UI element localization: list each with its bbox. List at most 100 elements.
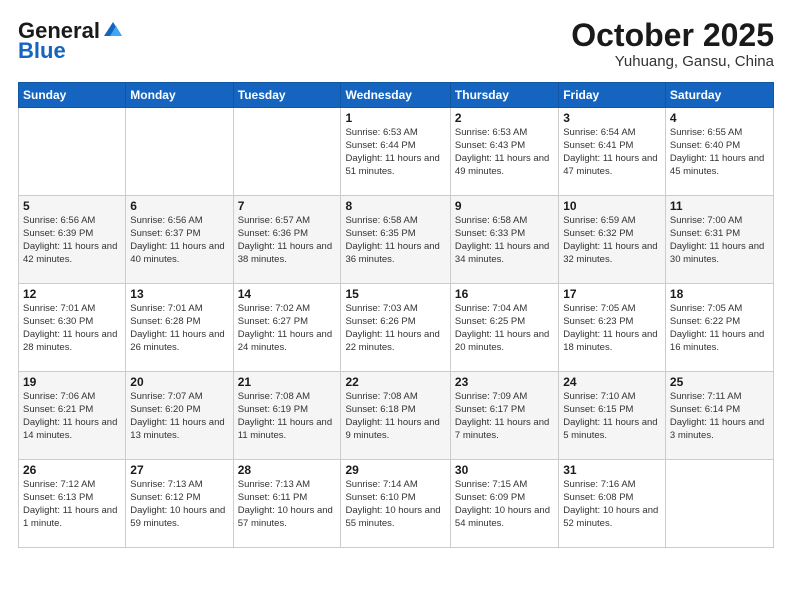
day-info: Sunrise: 7:08 AM Sunset: 6:18 PM Dayligh… — [345, 391, 445, 442]
calendar-week-row: 1 Sunrise: 6:53 AM Sunset: 6:44 PM Daylig… — [19, 108, 774, 196]
table-row: 7 Sunrise: 6:57 AM Sunset: 6:36 PM Daylig… — [233, 196, 341, 284]
table-row: 15 Sunrise: 7:03 AM Sunset: 6:26 PM Dayli… — [341, 284, 450, 372]
table-row: 11 Sunrise: 7:00 AM Sunset: 6:31 PM Dayli… — [665, 196, 773, 284]
title-block: October 2025 Yuhuang, Gansu, China — [571, 18, 774, 70]
table-row — [665, 460, 773, 548]
day-info: Sunrise: 6:57 AM Sunset: 6:36 PM Dayligh… — [238, 215, 337, 266]
table-row: 9 Sunrise: 6:58 AM Sunset: 6:33 PM Daylig… — [450, 196, 558, 284]
day-info: Sunrise: 7:07 AM Sunset: 6:20 PM Dayligh… — [130, 391, 228, 442]
day-number: 29 — [345, 463, 445, 477]
day-number: 9 — [455, 199, 554, 213]
table-row: 26 Sunrise: 7:12 AM Sunset: 6:13 PM Dayli… — [19, 460, 126, 548]
day-info: Sunrise: 7:00 AM Sunset: 6:31 PM Dayligh… — [670, 215, 769, 266]
day-info: Sunrise: 6:55 AM Sunset: 6:40 PM Dayligh… — [670, 127, 769, 178]
table-row: 29Sunrise: 7:14 AM Sunset: 6:10 PM Dayli… — [341, 460, 450, 548]
table-row — [126, 108, 233, 196]
table-row: 18 Sunrise: 7:05 AM Sunset: 6:22 PM Dayli… — [665, 284, 773, 372]
day-info: Sunrise: 7:12 AM Sunset: 6:13 PM Dayligh… — [23, 479, 121, 530]
day-number: 26 — [23, 463, 121, 477]
day-info: Sunrise: 7:05 AM Sunset: 6:22 PM Dayligh… — [670, 303, 769, 354]
header-friday: Friday — [559, 83, 666, 108]
day-info: Sunrise: 7:13 AM Sunset: 6:11 PM Dayligh… — [238, 479, 337, 530]
day-info: Sunrise: 7:11 AM Sunset: 6:14 PM Dayligh… — [670, 391, 769, 442]
table-row: 31 Sunrise: 7:16 AM Sunset: 6:08 PM Dayli… — [559, 460, 666, 548]
table-row: 12Sunrise: 7:01 AM Sunset: 6:30 PM Dayli… — [19, 284, 126, 372]
day-number: 14 — [238, 287, 337, 301]
day-number: 18 — [670, 287, 769, 301]
table-row: 28Sunrise: 7:13 AM Sunset: 6:11 PM Dayli… — [233, 460, 341, 548]
logo-icon — [102, 18, 124, 40]
day-info: Sunrise: 6:59 AM Sunset: 6:32 PM Dayligh… — [563, 215, 661, 266]
day-number: 19 — [23, 375, 121, 389]
day-number: 10 — [563, 199, 661, 213]
day-number: 11 — [670, 199, 769, 213]
day-info: Sunrise: 6:58 AM Sunset: 6:33 PM Dayligh… — [455, 215, 554, 266]
table-row: 19 Sunrise: 7:06 AM Sunset: 6:21 PM Dayli… — [19, 372, 126, 460]
header-wednesday: Wednesday — [341, 83, 450, 108]
day-number: 30 — [455, 463, 554, 477]
header-thursday: Thursday — [450, 83, 558, 108]
calendar-week-row: 26 Sunrise: 7:12 AM Sunset: 6:13 PM Dayli… — [19, 460, 774, 548]
day-info: Sunrise: 6:58 AM Sunset: 6:35 PM Dayligh… — [345, 215, 445, 266]
day-info: Sunrise: 6:56 AM Sunset: 6:39 PM Dayligh… — [23, 215, 121, 266]
calendar-header-row: Sunday Monday Tuesday Wednesday Thursday… — [19, 83, 774, 108]
calendar-week-row: 19 Sunrise: 7:06 AM Sunset: 6:21 PM Dayli… — [19, 372, 774, 460]
day-number: 23 — [455, 375, 554, 389]
day-number: 7 — [238, 199, 337, 213]
day-number: 8 — [345, 199, 445, 213]
day-info: Sunrise: 7:10 AM Sunset: 6:15 PM Dayligh… — [563, 391, 661, 442]
table-row: 3 Sunrise: 6:54 AM Sunset: 6:41 PM Daylig… — [559, 108, 666, 196]
day-info: Sunrise: 6:53 AM Sunset: 6:43 PM Dayligh… — [455, 127, 554, 178]
table-row: 14Sunrise: 7:02 AM Sunset: 6:27 PM Dayli… — [233, 284, 341, 372]
table-row — [233, 108, 341, 196]
day-number: 25 — [670, 375, 769, 389]
table-row: 25 Sunrise: 7:11 AM Sunset: 6:14 PM Dayli… — [665, 372, 773, 460]
table-row: 24Sunrise: 7:10 AM Sunset: 6:15 PM Dayli… — [559, 372, 666, 460]
table-row: 20 Sunrise: 7:07 AM Sunset: 6:20 PM Dayli… — [126, 372, 233, 460]
day-number: 15 — [345, 287, 445, 301]
day-info: Sunrise: 7:04 AM Sunset: 6:25 PM Dayligh… — [455, 303, 554, 354]
day-number: 22 — [345, 375, 445, 389]
calendar-week-row: 12Sunrise: 7:01 AM Sunset: 6:30 PM Dayli… — [19, 284, 774, 372]
logo-blue: Blue — [18, 38, 66, 64]
day-number: 31 — [563, 463, 661, 477]
calendar-subtitle: Yuhuang, Gansu, China — [571, 53, 774, 70]
header-monday: Monday — [126, 83, 233, 108]
day-info: Sunrise: 7:08 AM Sunset: 6:19 PM Dayligh… — [238, 391, 337, 442]
header-saturday: Saturday — [665, 83, 773, 108]
calendar-week-row: 5 Sunrise: 6:56 AM Sunset: 6:39 PM Daylig… — [19, 196, 774, 284]
logo: General Blue — [18, 18, 124, 64]
table-row: 10 Sunrise: 6:59 AM Sunset: 6:32 PM Dayli… — [559, 196, 666, 284]
table-row: 8 Sunrise: 6:58 AM Sunset: 6:35 PM Daylig… — [341, 196, 450, 284]
header: General Blue October 2025 Yuhuang, Gansu… — [18, 18, 774, 70]
day-info: Sunrise: 7:06 AM Sunset: 6:21 PM Dayligh… — [23, 391, 121, 442]
day-number: 27 — [130, 463, 228, 477]
day-info: Sunrise: 6:53 AM Sunset: 6:44 PM Dayligh… — [345, 127, 445, 178]
table-row: 6Sunrise: 6:56 AM Sunset: 6:37 PM Daylig… — [126, 196, 233, 284]
day-number: 3 — [563, 111, 661, 125]
day-number: 1 — [345, 111, 445, 125]
table-row: 5 Sunrise: 6:56 AM Sunset: 6:39 PM Daylig… — [19, 196, 126, 284]
table-row: 23 Sunrise: 7:09 AM Sunset: 6:17 PM Dayli… — [450, 372, 558, 460]
day-info: Sunrise: 7:01 AM Sunset: 6:28 PM Dayligh… — [130, 303, 228, 354]
table-row: 21Sunrise: 7:08 AM Sunset: 6:19 PM Dayli… — [233, 372, 341, 460]
day-info: Sunrise: 7:03 AM Sunset: 6:26 PM Dayligh… — [345, 303, 445, 354]
day-info: Sunrise: 6:54 AM Sunset: 6:41 PM Dayligh… — [563, 127, 661, 178]
day-info: Sunrise: 7:09 AM Sunset: 6:17 PM Dayligh… — [455, 391, 554, 442]
header-tuesday: Tuesday — [233, 83, 341, 108]
table-row: 22 Sunrise: 7:08 AM Sunset: 6:18 PM Dayli… — [341, 372, 450, 460]
calendar-table: Sunday Monday Tuesday Wednesday Thursday… — [18, 82, 774, 548]
day-number: 12 — [23, 287, 121, 301]
table-row: 2 Sunrise: 6:53 AM Sunset: 6:43 PM Daylig… — [450, 108, 558, 196]
table-row: 4 Sunrise: 6:55 AM Sunset: 6:40 PM Daylig… — [665, 108, 773, 196]
table-row: 27 Sunrise: 7:13 AM Sunset: 6:12 PM Dayli… — [126, 460, 233, 548]
day-number: 5 — [23, 199, 121, 213]
day-number: 4 — [670, 111, 769, 125]
table-row: 30Sunrise: 7:15 AM Sunset: 6:09 PM Dayli… — [450, 460, 558, 548]
day-number: 2 — [455, 111, 554, 125]
day-info: Sunrise: 7:13 AM Sunset: 6:12 PM Dayligh… — [130, 479, 228, 530]
day-info: Sunrise: 6:56 AM Sunset: 6:37 PM Dayligh… — [130, 215, 228, 266]
table-row: 17Sunrise: 7:05 AM Sunset: 6:23 PM Dayli… — [559, 284, 666, 372]
day-info: Sunrise: 7:16 AM Sunset: 6:08 PM Dayligh… — [563, 479, 661, 530]
day-number: 20 — [130, 375, 228, 389]
